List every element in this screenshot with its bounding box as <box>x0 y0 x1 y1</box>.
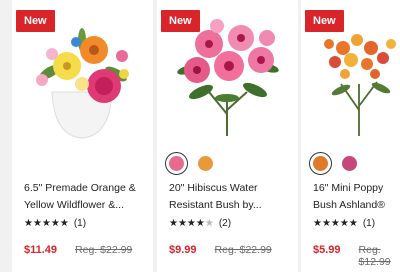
hibiscus-bush-image <box>177 19 279 136</box>
regular-price: Reg. $12.99 <box>358 244 391 268</box>
product-rating: ★★★★★ (1) <box>24 218 86 229</box>
swatch-pink[interactable] <box>338 152 361 175</box>
sale-price: $9.99 <box>169 244 197 256</box>
product-image[interactable] <box>301 14 400 144</box>
product-image[interactable] <box>12 14 153 144</box>
sale-price: $11.49 <box>24 244 58 256</box>
product-grid: New 6.5" Premade Orange & Yellow Wildflo… <box>0 0 400 272</box>
product-card[interactable]: New <box>157 0 298 272</box>
product-image[interactable] <box>157 14 298 144</box>
regular-price: Reg. $22.99 <box>75 244 133 256</box>
star-rating-icon: ★★★★★ <box>24 218 69 229</box>
new-badge: New <box>305 10 344 32</box>
sale-price: $5.99 <box>313 244 341 256</box>
product-price: $11.49 Reg. $22.99 <box>24 244 132 256</box>
product-card[interactable]: New 16" Mini Poppy Bush Ashland® ★★★★★ (… <box>301 0 400 272</box>
swatch-orange[interactable] <box>194 152 217 175</box>
review-count: (1) <box>73 218 87 229</box>
product-rating: ★★★★★ (2) <box>169 218 231 229</box>
new-badge: New <box>161 10 200 32</box>
review-count: (1) <box>362 218 376 229</box>
star-rating-icon: ★★★★★ <box>313 218 358 229</box>
flower-pot-arrangement-image <box>36 28 129 139</box>
product-card[interactable]: New <box>12 0 153 272</box>
product-rating: ★★★★★ (1) <box>313 218 375 229</box>
regular-price: Reg. $22.99 <box>214 244 272 256</box>
review-count: (2) <box>218 218 232 229</box>
product-price: $9.99 Reg. $22.99 <box>169 244 272 256</box>
product-title[interactable]: 16" Mini Poppy Bush Ashland® <box>313 180 400 214</box>
product-title[interactable]: 6.5" Premade Orange & Yellow Wildflower … <box>24 180 149 214</box>
swatch-orange[interactable] <box>309 152 332 175</box>
product-price: $5.99 Reg. $12.99 <box>313 244 400 268</box>
star-rating-icon: ★★★★★ <box>169 218 214 229</box>
color-swatches <box>165 152 217 176</box>
new-badge: New <box>16 10 55 32</box>
mini-poppy-bush-image <box>324 34 396 136</box>
color-swatches <box>309 152 361 176</box>
swatch-pink[interactable] <box>165 152 188 175</box>
product-title[interactable]: 20" Hibiscus Water Resistant Bush by... <box>169 180 294 214</box>
